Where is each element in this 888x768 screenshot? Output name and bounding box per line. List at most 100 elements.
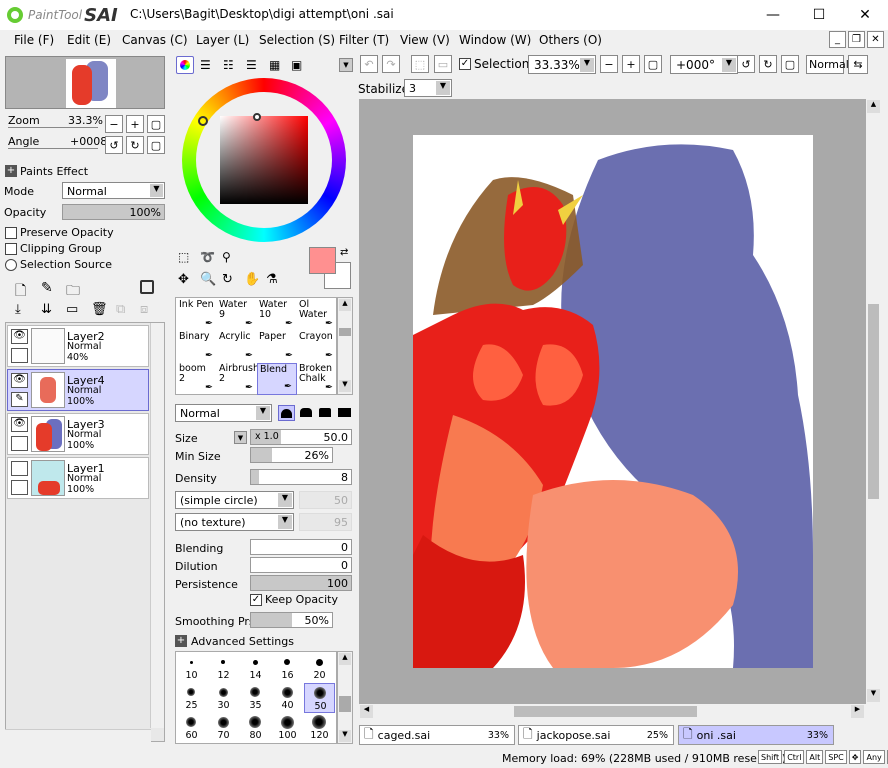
tool-boom[interactable]: boom 2 ✒: [177, 363, 217, 395]
brush-size-60[interactable]: 60: [176, 713, 207, 743]
blending-slider[interactable]: 0: [250, 539, 352, 555]
tool-ol-water[interactable]: Ol Water ✒: [297, 299, 337, 331]
flip-horizontal-button[interactable]: ⇆: [848, 55, 868, 74]
zoom-in-button[interactable]: +: [126, 115, 144, 133]
scroll-thumb[interactable]: [339, 696, 351, 712]
saturation-value-box[interactable]: [220, 116, 308, 204]
canvas-viewport[interactable]: [359, 99, 866, 704]
brush-size-120[interactable]: 120: [304, 713, 335, 743]
brush-size-80[interactable]: 80: [240, 713, 271, 743]
swap-colors-icon[interactable]: ⇄: [340, 247, 348, 258]
brush-edge-medium[interactable]: [298, 405, 315, 421]
brush-shape-select[interactable]: (simple circle) ▼: [175, 491, 294, 509]
swatch-tab[interactable]: ▦: [269, 58, 280, 72]
brush-size-10[interactable]: 10: [176, 653, 207, 683]
navigator-preview[interactable]: [5, 56, 165, 109]
canvas-document[interactable]: [413, 135, 813, 668]
new-folder-icon[interactable]: 🗀: [66, 280, 80, 304]
brush-edge-soft[interactable]: [278, 405, 295, 421]
magic-wand-icon[interactable]: ⚲: [222, 250, 231, 264]
color-wheel[interactable]: [182, 78, 346, 242]
eye-icon[interactable]: 👁: [11, 329, 28, 344]
expand-icon[interactable]: +: [5, 165, 17, 177]
zoom-icon[interactable]: 🔍: [200, 272, 216, 287]
brush-mode-select[interactable]: Normal ▼: [175, 404, 272, 422]
menu-selection[interactable]: Selection (S): [259, 33, 335, 47]
menu-filter[interactable]: Filter (T): [339, 33, 389, 47]
stabilizer-select[interactable]: 3 ▼: [404, 79, 452, 97]
minimize-button[interactable]: —: [750, 0, 796, 30]
preserve-opacity-checkbox[interactable]: Preserve Opacity: [5, 226, 114, 239]
brush-shape-strength[interactable]: 50: [299, 491, 352, 509]
link-mask-icon[interactable]: ⧈: [140, 302, 148, 317]
hue-handle[interactable]: [198, 116, 208, 126]
rotate-reset-button[interactable]: ▢: [147, 136, 165, 154]
zoom-out-button[interactable]: −: [105, 115, 123, 133]
merge-down-icon[interactable]: ⇊: [41, 302, 52, 317]
scroll-up-icon[interactable]: ▲: [339, 653, 351, 665]
vscroll-thumb[interactable]: [868, 304, 879, 499]
brush-size-40[interactable]: 40: [272, 683, 303, 713]
new-layer-icon[interactable]: 🗋: [15, 280, 26, 304]
canvas-rotate-reset-button[interactable]: ▢: [781, 55, 799, 73]
layer-row-layer1[interactable]: Layer1 Normal 100%: [7, 457, 149, 499]
brush-size-30[interactable]: 30: [208, 683, 239, 713]
transfer-down-icon[interactable]: ⤓: [15, 302, 21, 317]
tab-oni[interactable]: 🗋 oni .sai 33%: [678, 725, 834, 745]
brush-edge-hard[interactable]: [317, 405, 334, 421]
tool-ink-pen[interactable]: Ink Pen ✒: [177, 299, 217, 331]
lasso-icon[interactable]: ➰: [200, 250, 215, 264]
scroll-left-icon[interactable]: ◀: [360, 705, 373, 718]
delete-layer-icon[interactable]: 🗑: [91, 302, 108, 317]
edit-lock-box[interactable]: [11, 480, 28, 495]
undo-button[interactable]: ↶: [360, 55, 378, 73]
menu-view[interactable]: View (V): [400, 33, 450, 47]
menu-file[interactable]: File (F): [14, 33, 54, 47]
tool-water[interactable]: Water 9 ✒: [217, 299, 257, 331]
scroll-down-icon[interactable]: ▼: [867, 689, 880, 702]
brush-size-slider[interactable]: x 1.0 50.0: [250, 429, 352, 445]
dilution-slider[interactable]: 0: [250, 557, 352, 573]
clipping-group-checkbox[interactable]: Clipping Group: [5, 242, 102, 255]
eye-icon[interactable]: 👁: [11, 417, 28, 432]
tool-acrylic[interactable]: Acrylic ✒: [217, 331, 257, 363]
tool-paper[interactable]: Paper ✒: [257, 331, 297, 363]
tool-grid-scrollbar[interactable]: ▲ ▼: [337, 297, 353, 395]
gradation-tab[interactable]: ☰: [246, 58, 257, 72]
brush-size-scrollbar[interactable]: ▲ ▼: [337, 651, 353, 744]
expand-icon[interactable]: +: [175, 635, 187, 647]
display-mode-select[interactable]: Normal: [806, 55, 849, 74]
tool-crayon[interactable]: Crayon ✒: [297, 331, 337, 363]
layer-opacity-slider[interactable]: 100%: [62, 204, 165, 220]
pencil-icon[interactable]: ✎: [11, 392, 28, 407]
toolbar-menu-dropdown[interactable]: ▼: [339, 58, 353, 72]
edit-lock-box[interactable]: [11, 436, 28, 451]
smoothing-slider[interactable]: 50%: [250, 612, 333, 628]
brush-size-20[interactable]: 20: [304, 653, 335, 683]
menu-window[interactable]: Window (W): [459, 33, 531, 47]
angle-select[interactable]: +000° ▼: [670, 55, 738, 74]
brush-texture-select[interactable]: (no texture) ▼: [175, 513, 294, 531]
tool-blend[interactable]: Blend ✒: [257, 363, 297, 395]
tab-caged[interactable]: 🗋 caged.sai 33%: [359, 725, 515, 745]
eyedropper-icon[interactable]: ⚗: [266, 272, 278, 287]
eye-off-box[interactable]: [11, 461, 28, 476]
hand-icon[interactable]: ✋: [244, 272, 260, 287]
rotate-right-button[interactable]: ↻: [126, 136, 144, 154]
scroll-thumb[interactable]: [339, 328, 351, 336]
edit-lock-box[interactable]: [11, 348, 28, 363]
menu-edit[interactable]: Edit (E): [67, 33, 111, 47]
layer-mode-select[interactable]: Normal ▼: [62, 182, 165, 199]
brush-size-50[interactable]: 50: [304, 683, 335, 713]
brush-size-25[interactable]: 25: [176, 683, 207, 713]
min-size-slider[interactable]: 26%: [250, 447, 333, 463]
scratchpad-tab[interactable]: ▣: [291, 58, 302, 72]
tab-jackopose[interactable]: 🗋 jackopose.sai 25%: [518, 725, 674, 745]
keep-opacity-checkbox[interactable]: ✓ Keep Opacity: [250, 593, 338, 606]
eye-icon[interactable]: 👁: [11, 373, 28, 388]
canvas-vscrollbar[interactable]: ▲ ▼: [866, 99, 881, 704]
canvas-hscrollbar[interactable]: ◀ ▶: [359, 704, 866, 719]
rgb-slider-tab[interactable]: ☰: [200, 58, 211, 72]
close-button[interactable]: ✕: [842, 0, 888, 30]
scroll-down-icon[interactable]: ▼: [339, 730, 351, 742]
